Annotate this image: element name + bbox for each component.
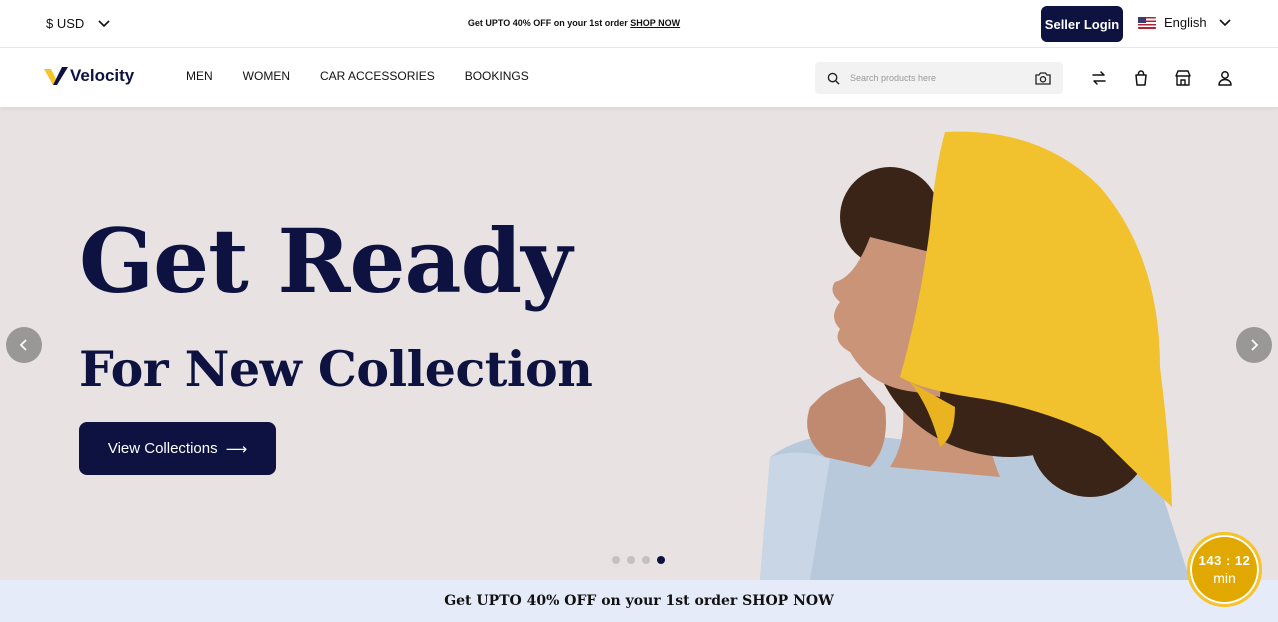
nav-item-bookings[interactable]: BOOKINGS [465,69,529,83]
hero-banner: Get Ready For New Collection View Collec… [0,107,1278,580]
arrow-right-icon: ⟶ [225,440,248,458]
nav-menu: MEN WOMEN CAR ACCESSORIES BOOKINGS [186,69,529,83]
nav-icons [1089,68,1235,88]
promo-banner-top: Get UPTO 40% OFF on your 1st order SHOP … [0,18,1148,28]
brand-logo[interactable]: Velocity [44,66,134,86]
us-flag-icon [1138,16,1156,29]
cta-label: View Collections [107,440,218,457]
timer-value: 143 : 12 [1198,553,1251,568]
nav-item-men[interactable]: MEN [186,69,213,83]
nav-item-women[interactable]: WOMEN [243,69,290,83]
shop-now-link[interactable]: SHOP NOW [630,18,680,28]
main-nav: Velocity MEN WOMEN CAR ACCESSORIES BOOKI… [0,49,1278,107]
prev-slide-button[interactable] [6,327,42,363]
language-selector[interactable]: English [1138,15,1231,30]
chevron-left-icon [19,339,27,351]
slide-indicators [612,556,665,564]
cart-icon[interactable] [1131,68,1151,88]
compare-icon[interactable] [1089,68,1109,88]
promo-text: Get UPTO 40% OFF on your 1st order [467,18,628,28]
slide-dot[interactable] [642,556,650,564]
store-icon[interactable] [1173,68,1193,88]
slide-dot[interactable] [612,556,620,564]
timer-unit: min [1213,570,1236,586]
promo-banner-bottom[interactable]: Get UPTO 40% OFF on your 1st order SHOP … [0,580,1278,622]
promo-bottom-text: Get UPTO 40% OFF on your 1st order SHOP … [444,593,834,609]
language-label: English [1164,15,1207,30]
hero-subtitle: For New Collection [79,340,593,398]
user-icon[interactable] [1215,68,1235,88]
search-bar [815,62,1063,94]
hero-title: Get Ready [79,209,572,313]
chevron-right-icon [1251,339,1259,351]
brand-name: Velocity [70,66,135,85]
nav-item-car-accessories[interactable]: CAR ACCESSORIES [320,69,435,83]
hero-model-image [760,131,1190,580]
next-slide-button[interactable] [1236,327,1272,363]
slide-dot[interactable] [627,556,635,564]
slide-dot-active[interactable] [657,556,665,564]
top-bar: $ USD Get UPTO 40% OFF on your 1st order… [0,0,1278,48]
velocity-logo-icon [44,67,68,85]
view-collections-button[interactable]: View Collections ⟶ [79,422,276,475]
camera-icon[interactable] [1035,71,1051,85]
search-input[interactable] [850,73,1035,83]
seller-login-button[interactable]: Seller Login [1041,6,1123,42]
search-icon[interactable] [827,72,840,85]
chevron-down-icon [1219,18,1231,26]
countdown-timer: 143 : 12 min [1187,532,1262,607]
